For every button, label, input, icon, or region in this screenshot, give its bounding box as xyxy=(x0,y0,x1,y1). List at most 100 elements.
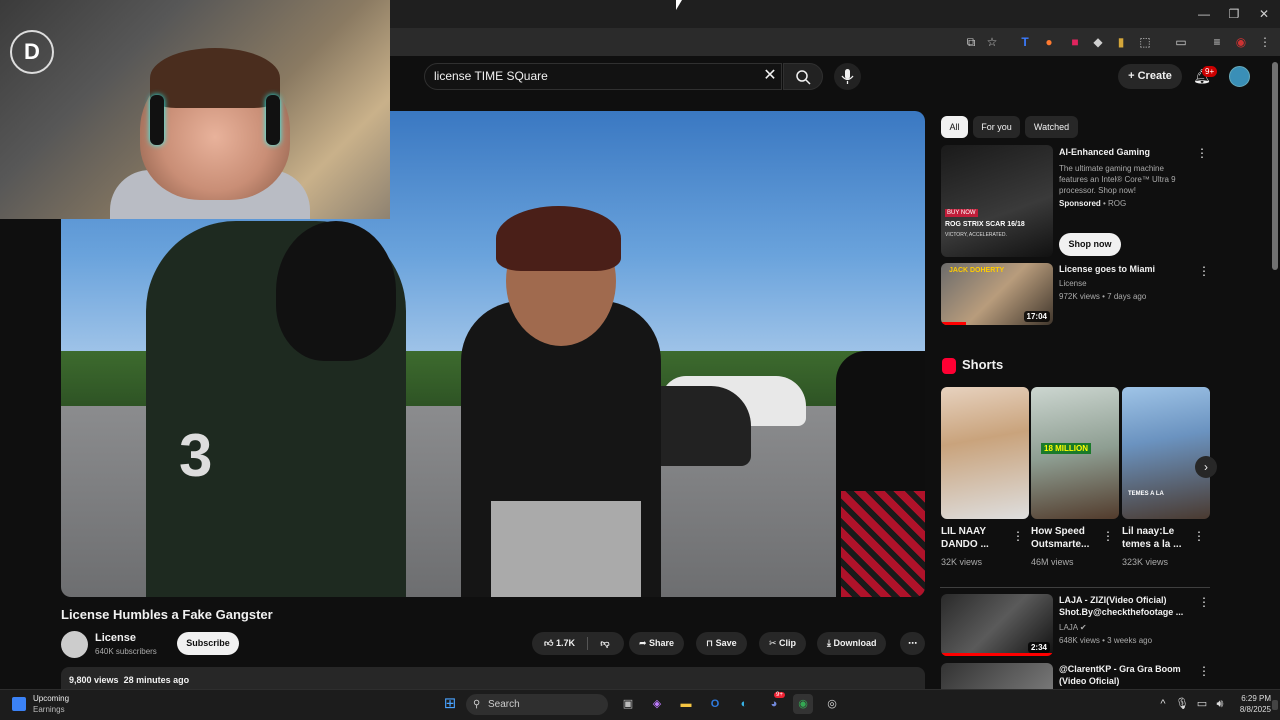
download-label: Download xyxy=(833,638,877,648)
short3-thumb-text: TEMES A LA xyxy=(1128,491,1164,497)
ad-thumb-tagline: VICTORY, ACCELERATED. xyxy=(945,232,1007,238)
thumbs-down-icon: 👎︎ xyxy=(600,638,610,648)
search-query-text[interactable]: license TIME SQuare xyxy=(434,69,548,83)
more-actions-button[interactable]: ⋯ xyxy=(900,632,925,655)
rec2-menu-icon[interactable]: ⋮ xyxy=(1198,595,1210,609)
windows-start-icon[interactable]: ⊞ xyxy=(440,694,460,714)
extension-red-icon[interactable]: ■ xyxy=(1066,33,1084,51)
verified-icon: ✔ xyxy=(1079,623,1087,632)
clip-button[interactable]: ✂ Clip xyxy=(759,632,807,655)
short2-menu-icon[interactable]: ⋮ xyxy=(1102,529,1114,543)
chip-watched[interactable]: Watched xyxy=(1025,116,1078,138)
video-frame-masked-head xyxy=(276,221,396,361)
rec2-thumbnail[interactable]: 2:34 xyxy=(941,594,1053,656)
clear-search-icon[interactable]: ✕ xyxy=(762,67,778,85)
short-views-2: 46M views xyxy=(1031,557,1074,567)
short-views-1: 32K views xyxy=(941,557,983,567)
scissors-icon: ✂ xyxy=(769,638,780,648)
taskbar-search[interactable]: ⚲ Search xyxy=(466,694,608,715)
chip-for-you[interactable]: For you xyxy=(973,116,1020,138)
edge-icon[interactable]: ◐ xyxy=(734,694,754,714)
rec1-channel[interactable]: License xyxy=(1059,278,1087,289)
chip-all[interactable]: All xyxy=(941,116,968,138)
download-button[interactable]: ⤓ Download xyxy=(817,632,887,655)
widget-title: Upcoming xyxy=(33,694,70,703)
short-card-3[interactable]: TEMES A LA xyxy=(1122,387,1210,519)
taskbar-widget[interactable]: Upcoming Earnings xyxy=(12,693,82,717)
rec2-channel[interactable]: LAJA xyxy=(1059,623,1078,632)
create-label: Create xyxy=(1137,70,1172,82)
short-card-2[interactable]: 18 MILLION xyxy=(1031,387,1119,519)
clock-date: 8/8/2025 xyxy=(1239,705,1271,714)
tray-network-icon[interactable]: ▭ xyxy=(1192,694,1212,714)
ad-title[interactable]: AI-Enhanced Gaming xyxy=(1059,146,1189,158)
media-controls-icon[interactable]: ≡ xyxy=(1208,33,1226,51)
channel-avatar[interactable] xyxy=(61,631,88,658)
extension-diamond-icon[interactable]: ◆ xyxy=(1089,33,1107,51)
rec1-thumb-text: JACK DOHERTY xyxy=(949,267,1005,274)
voice-search-button[interactable] xyxy=(834,63,861,90)
channel-name[interactable]: License xyxy=(95,632,136,644)
browser-menu-icon[interactable]: ⋮ xyxy=(1256,33,1274,51)
view-count-and-age: 9,800 views 28 minutes ago xyxy=(69,675,189,685)
outlook-icon[interactable]: O xyxy=(705,694,725,714)
tray-chevron-icon[interactable]: ^ xyxy=(1153,694,1173,714)
maximize-icon[interactable]: ❐ xyxy=(1224,4,1244,24)
short-card-1[interactable] xyxy=(941,387,1029,519)
discord-badge: 9+ xyxy=(774,692,785,698)
extension-tv-icon[interactable]: T xyxy=(1016,33,1034,51)
short3-menu-icon[interactable]: ⋮ xyxy=(1193,529,1205,543)
share-button[interactable]: ➦ Share xyxy=(629,632,685,655)
plus-icon: + xyxy=(1128,70,1138,82)
rec3-title[interactable]: @ClarentKP - Gra Gra Boom (Video Oficial… xyxy=(1059,663,1189,689)
short-title-1[interactable]: LIL NAAY DANDO ... xyxy=(941,525,1013,551)
taskbar-clock[interactable]: 6:29 PM 8/8/2025 xyxy=(1233,693,1271,715)
like-dislike-group: 👍︎ 1.7K 👎︎ xyxy=(532,632,624,655)
notification-center-icon[interactable] xyxy=(1272,700,1278,710)
ad-menu-icon[interactable]: ⋮ xyxy=(1196,146,1208,160)
short-title-2[interactable]: How Speed Outsmarte... xyxy=(1031,525,1103,551)
chrome-icon[interactable]: ◉ xyxy=(793,694,813,714)
ad-thumbnail[interactable]: BUY NOW ROG STRIX SCAR 16/18 VICTORY, AC… xyxy=(941,145,1053,257)
copilot-icon[interactable]: ◈ xyxy=(647,694,667,714)
extensions-puzzle-icon[interactable]: ⬚ xyxy=(1136,33,1154,51)
shorts-next-arrow-icon[interactable]: › xyxy=(1195,456,1217,478)
bookmark-star-icon[interactable]: ☆ xyxy=(983,33,1001,51)
tray-volume-icon[interactable]: 🔊︎ xyxy=(1210,694,1230,714)
taskbar-search-icon: ⚲ xyxy=(473,699,481,710)
ad-description: The ultimate gaming machine features an … xyxy=(1059,164,1176,195)
extension-orange-icon[interactable]: ● xyxy=(1040,33,1058,51)
rec1-thumbnail[interactable]: JACK DOHERTY 17:04 xyxy=(941,263,1053,325)
profile-icon[interactable]: ◉ xyxy=(1232,33,1250,51)
page-scrollbar[interactable] xyxy=(1272,62,1278,270)
rec1-menu-icon[interactable]: ⋮ xyxy=(1198,264,1210,278)
account-avatar[interactable] xyxy=(1229,66,1250,87)
dislike-button[interactable]: 👎︎ xyxy=(590,632,620,655)
rec2-watch-progress xyxy=(941,653,1053,656)
install-app-icon[interactable]: ⧉ xyxy=(962,33,980,51)
app-icon[interactable]: ◎ xyxy=(822,694,842,714)
subscribe-button[interactable]: Subscribe xyxy=(177,632,239,655)
extension-lock-icon[interactable]: ▮ xyxy=(1112,33,1130,51)
task-view-icon[interactable]: ▣ xyxy=(618,694,638,714)
save-button[interactable]: ⊓ Save xyxy=(696,632,747,655)
short1-menu-icon[interactable]: ⋮ xyxy=(1012,529,1024,543)
save-label: Save xyxy=(715,638,737,648)
like-button[interactable]: 👍︎ 1.7K xyxy=(532,632,587,655)
close-window-icon[interactable]: ✕ xyxy=(1254,4,1274,24)
create-button[interactable]: + Create xyxy=(1118,64,1182,89)
shop-now-button[interactable]: Shop now xyxy=(1059,233,1121,256)
rec1-title[interactable]: License goes to Miami xyxy=(1059,263,1189,275)
rec3-menu-icon[interactable]: ⋮ xyxy=(1198,664,1210,678)
search-button[interactable] xyxy=(783,63,823,90)
file-explorer-icon[interactable]: ▬ xyxy=(676,694,696,714)
side-panel-icon[interactable]: ▭ xyxy=(1172,33,1190,51)
short-title-3[interactable]: Lil naay:Le temes a la ... xyxy=(1122,525,1194,551)
wall-logo: D xyxy=(10,30,54,74)
video-frame-plaid-pants xyxy=(841,491,925,597)
rec2-title[interactable]: LAJA - ZIZI(Video Oficial) Shot.By@check… xyxy=(1059,594,1189,618)
rec3-thumbnail[interactable] xyxy=(941,663,1053,689)
tray-mic-icon[interactable]: 🎙︎ xyxy=(1172,694,1192,714)
mouse-cursor-icon xyxy=(676,0,682,10)
minimize-icon[interactable]: — xyxy=(1194,4,1214,24)
